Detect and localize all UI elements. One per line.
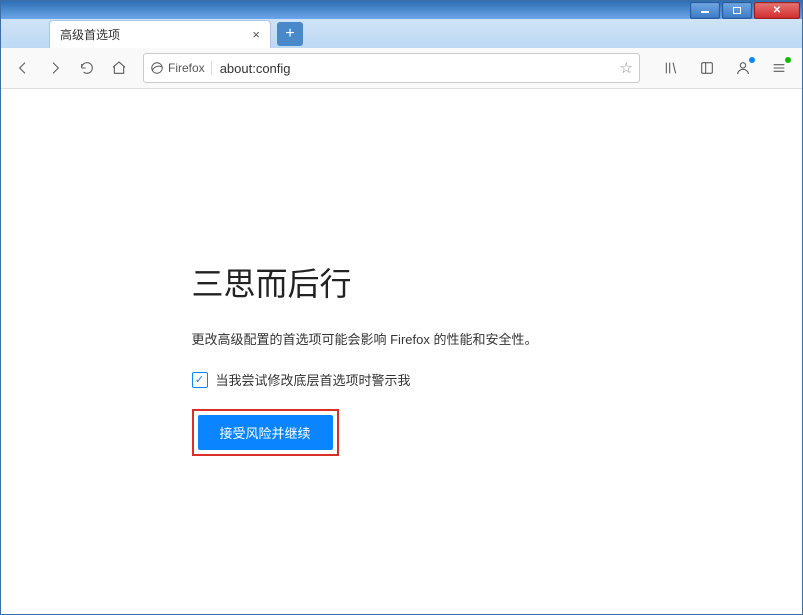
library-button[interactable] [656,54,686,82]
url-input[interactable] [218,60,620,77]
window-maximize-button[interactable] [722,2,752,19]
firefox-icon [150,61,164,75]
os-titlebar [1,1,802,19]
new-tab-button[interactable]: + [277,22,303,46]
menu-button[interactable] [764,54,794,82]
account-button[interactable] [728,54,758,82]
home-button[interactable] [105,54,133,82]
accept-highlight: 接受风险并继续 [192,409,339,456]
back-button[interactable] [9,54,37,82]
accept-risk-button[interactable]: 接受风险并继续 [198,415,333,450]
identity-box[interactable]: Firefox [150,61,212,75]
warning-checkbox-row[interactable]: ✓ 当我尝试修改底层首选项时警示我 [192,370,612,389]
reload-button[interactable] [73,54,101,82]
tab-strip: 高级首选项 × + [1,19,802,48]
checkbox-label: 当我尝试修改底层首选项时警示我 [216,370,411,389]
sidebar-button[interactable] [692,54,722,82]
page-content: 三思而后行 更改高级配置的首选项可能会影响 Firefox 的性能和安全性。 ✓… [2,89,801,613]
browser-window: 高级首选项 × + Firefox ☆ [0,0,803,615]
window-close-button[interactable] [754,2,800,19]
forward-button[interactable] [41,54,69,82]
warning-container: 三思而后行 更改高级配置的首选项可能会影响 Firefox 的性能和安全性。 ✓… [192,259,612,456]
bookmark-star-icon[interactable]: ☆ [620,59,633,77]
url-bar[interactable]: Firefox ☆ [143,53,640,83]
window-minimize-button[interactable] [690,2,720,19]
nav-toolbar: Firefox ☆ [1,48,802,89]
identity-label: Firefox [168,61,205,75]
tab-title: 高级首选项 [60,26,120,43]
warning-description: 更改高级配置的首选项可能会影响 Firefox 的性能和安全性。 [192,329,612,348]
warning-title: 三思而后行 [192,259,612,305]
toolbar-right [656,54,794,82]
checkbox-icon[interactable]: ✓ [192,372,208,388]
tab-active[interactable]: 高级首选项 × [49,20,271,48]
tab-close-icon[interactable]: × [252,27,260,42]
